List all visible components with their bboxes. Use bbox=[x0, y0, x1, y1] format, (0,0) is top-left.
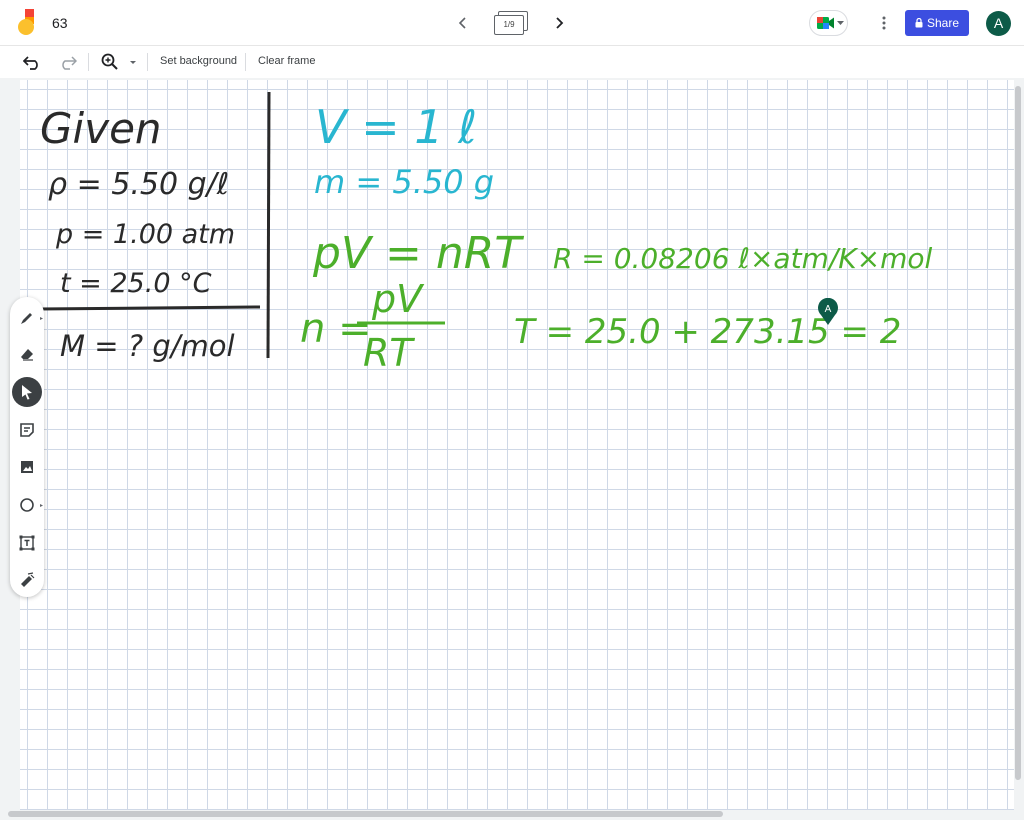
handwritten-notes: Given ρ = 5.50 g/ℓ p = 1.00 atm t = 25.0… bbox=[37, 91, 933, 375]
more-vert-icon bbox=[882, 16, 886, 30]
more-options-button[interactable] bbox=[873, 11, 895, 35]
temperature-line: t = 25.0 °C bbox=[60, 268, 212, 299]
next-frame-button[interactable] bbox=[548, 11, 570, 35]
horizontal-scrollbar[interactable] bbox=[8, 811, 723, 817]
moles-numerator: pV bbox=[371, 277, 425, 321]
jamboard-logo-icon[interactable] bbox=[17, 9, 39, 37]
canvas-area: Given ρ = 5.50 g/ℓ p = 1.00 atm t = 25.0… bbox=[0, 78, 1024, 820]
chevron-left-icon bbox=[458, 17, 466, 29]
pressure-line: p = 1.00 atm bbox=[55, 219, 235, 250]
redo-icon[interactable] bbox=[57, 53, 77, 71]
account-avatar[interactable]: A bbox=[986, 11, 1011, 36]
collaborator-cursor-pin: A bbox=[818, 298, 838, 325]
mass-line: m = 5.50 g bbox=[314, 163, 494, 201]
zoom-icon[interactable] bbox=[100, 52, 120, 72]
share-button[interactable]: Share bbox=[905, 10, 969, 36]
frame-counter-button[interactable]: 1/9 bbox=[494, 11, 530, 37]
document-title[interactable]: 63 bbox=[52, 15, 68, 31]
text-box-icon bbox=[19, 535, 35, 551]
image-icon bbox=[21, 461, 33, 473]
tool-rail: ▸ ▸ bbox=[10, 297, 44, 597]
sticky-note-tool[interactable] bbox=[12, 415, 42, 445]
moles-denominator: RT bbox=[363, 331, 415, 375]
vertical-scrollbar[interactable] bbox=[1015, 86, 1021, 780]
moles-lhs: n = bbox=[300, 306, 372, 352]
zoom-caret-icon[interactable] bbox=[126, 52, 140, 72]
molar-mass-line: M = ? g/mol bbox=[60, 329, 235, 363]
volume-line: V = 1 ℓ bbox=[315, 100, 477, 154]
gas-constant-line: R = 0.08206 ℓ×atm/K×mol bbox=[553, 242, 933, 275]
text-box-tool[interactable] bbox=[12, 528, 42, 558]
chevron-right-icon bbox=[556, 17, 564, 29]
given-divider-line bbox=[266, 91, 271, 359]
lock-icon bbox=[915, 18, 923, 28]
pen-icon bbox=[21, 313, 32, 324]
temperature-kelvin-line: T = 25.0 + 273.15 = 2 bbox=[514, 312, 901, 352]
toolbar-divider bbox=[245, 53, 246, 71]
undo-icon[interactable] bbox=[23, 53, 43, 71]
select-tool[interactable] bbox=[12, 377, 42, 407]
whiteboard-canvas[interactable]: Given ρ = 5.50 g/ℓ p = 1.00 atm t = 25.0… bbox=[20, 80, 1014, 810]
set-background-button[interactable]: Set background bbox=[160, 55, 237, 67]
google-meet-icon bbox=[817, 17, 834, 29]
sticky-note-icon bbox=[20, 423, 34, 437]
clear-frame-button[interactable]: Clear frame bbox=[258, 55, 315, 67]
circle-icon bbox=[20, 498, 34, 512]
meet-button[interactable] bbox=[809, 10, 848, 36]
frame-counter-label: 1/9 bbox=[494, 15, 524, 35]
collaborator-initial: A bbox=[825, 304, 832, 315]
toolbar-divider bbox=[88, 53, 89, 71]
eraser-icon bbox=[21, 349, 33, 361]
given-underline bbox=[37, 305, 261, 311]
laser-tool[interactable] bbox=[12, 565, 42, 595]
board-toolbar: Set background Clear frame bbox=[0, 47, 1024, 77]
eraser-tool[interactable] bbox=[12, 339, 42, 369]
tool-options-arrow: ▸ bbox=[39, 316, 43, 322]
select-icon bbox=[22, 385, 32, 400]
caret-down-icon bbox=[837, 20, 844, 25]
given-heading: Given bbox=[40, 104, 162, 153]
previous-frame-button[interactable] bbox=[452, 11, 474, 35]
tool-options-arrow: ▸ bbox=[39, 503, 43, 509]
density-line: ρ = 5.50 g/ℓ bbox=[48, 167, 229, 202]
toolbar-divider bbox=[147, 53, 148, 71]
image-tool[interactable] bbox=[12, 452, 42, 482]
share-label: Share bbox=[926, 16, 960, 30]
pen-tool[interactable]: ▸ bbox=[12, 303, 43, 333]
laser-icon bbox=[21, 572, 35, 587]
top-bar: 63 1/9 Share A bbox=[0, 0, 1024, 46]
shape-tool[interactable]: ▸ bbox=[12, 490, 43, 520]
ideal-gas-law: pV = nRT bbox=[312, 228, 524, 279]
